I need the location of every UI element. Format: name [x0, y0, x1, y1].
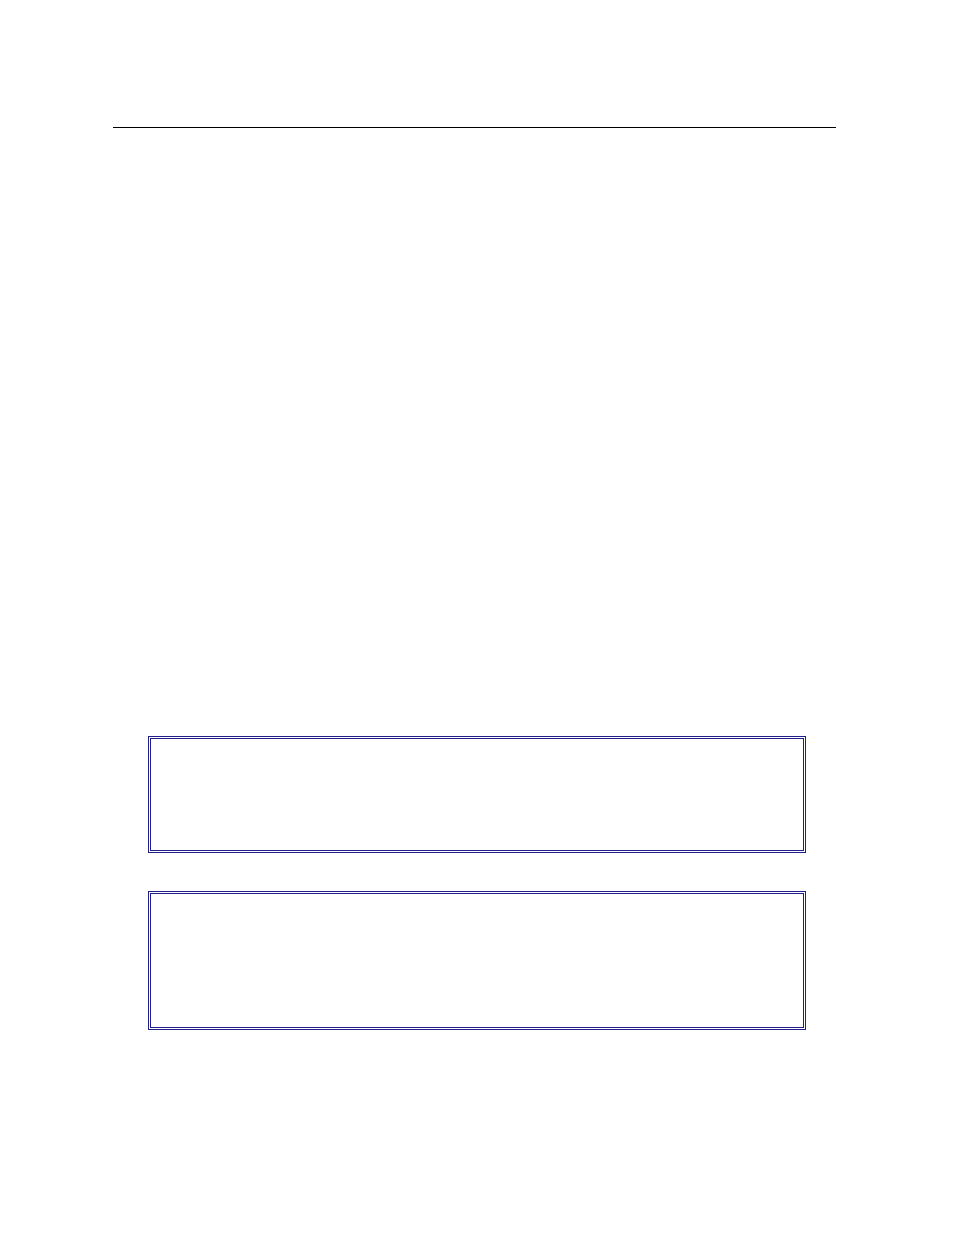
framed-box-2	[148, 891, 806, 1030]
framed-box-1	[148, 736, 806, 853]
horizontal-rule	[113, 127, 836, 128]
